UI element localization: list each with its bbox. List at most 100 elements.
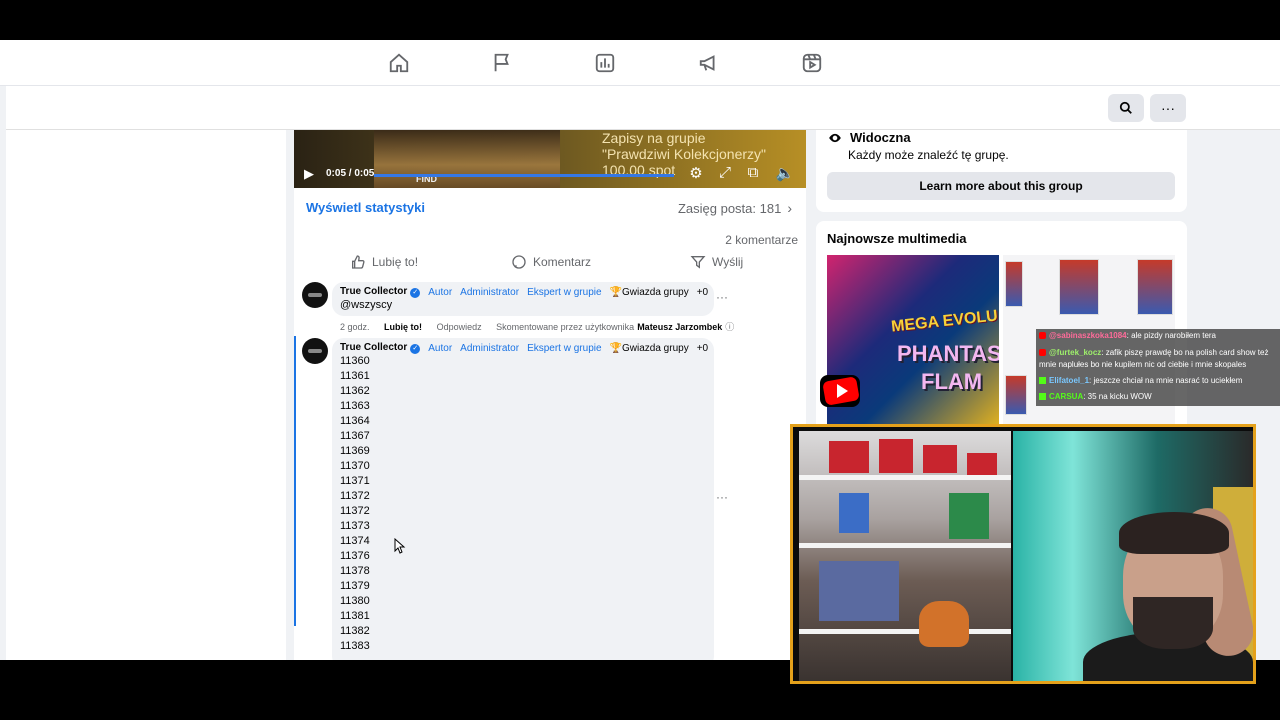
number-line: 11379 [340,580,370,592]
search-icon [1119,101,1132,114]
comment-button[interactable]: Komentarz [511,254,591,270]
author-name[interactable]: True Collector ✓ [340,286,421,298]
comment-reply-link[interactable]: Odpowiedz [437,322,482,332]
thumbs-up-icon [352,255,365,269]
comment-bubble: True Collector ✓ Autor Administrator Eksp… [332,338,714,660]
chat-message: CARSUA: 35 na kicku WOW [1036,390,1280,406]
thread-line [294,336,296,626]
chat-message: Elifatoel_1: jeszcze chciał na mnie nasr… [1036,374,1280,390]
chevron-right-icon: › [787,200,792,216]
number-line: 11372 [340,505,370,517]
home-icon[interactable] [388,52,410,74]
number-line: 11364 [340,415,370,427]
comment-like-link[interactable]: Lubię to! [384,322,422,332]
comment-text: 11360 11361 11362 11363 11364 11367 1136… [340,354,706,654]
settings-icon[interactable]: ⚙ [686,164,706,182]
view-stats-link[interactable]: Wyświetl statystyki [306,200,425,215]
video-progress-bar[interactable] [374,174,674,177]
more-options-button[interactable]: ··· [1150,94,1186,122]
number-line: 11371 [340,475,370,487]
reels-icon[interactable] [801,52,823,74]
badge-author[interactable]: Autor [428,287,452,298]
number-line: 11372 [340,490,370,502]
streamer-hair [1119,512,1229,554]
comment-more-icon[interactable]: ··· [716,290,728,304]
badge-plus[interactable]: +0 [697,343,708,354]
badge-group-star[interactable]: 🏆Gwiazda grupy [610,343,689,354]
comment-meta: 2 godz. Lubię to! Odpowiedz Skomentowane… [340,320,746,333]
number-line: 11382 [340,625,370,637]
pip-icon[interactable]: ⧉ [743,164,763,181]
comments-count[interactable]: 2 komentarze [725,233,798,247]
commenter-name[interactable]: Mateusz Jarzombek [637,322,722,332]
stats-icon[interactable] [594,52,616,74]
about-card: Widoczna Każdy może znaleźć tę grupę. Le… [816,130,1187,212]
number-line: 11383 [340,640,370,652]
youtube-icon [1039,332,1046,339]
video-player[interactable]: Zapisy na grupie "Prawdziwi Kolekcjonerz… [294,130,806,188]
number-line: 11367 [340,430,370,442]
volume-icon[interactable]: 🔈 [775,164,795,182]
video-thumbnail-cards [374,130,560,188]
mouse-cursor-icon [394,538,406,554]
streamer-beard [1133,597,1213,649]
post-reach[interactable]: Zasięg posta: 181 › [678,200,792,216]
comment-header: True Collector ✓ Autor Administrator Eksp… [340,286,708,298]
number-line: 11362 [340,385,370,397]
verified-icon: ✓ [410,288,421,298]
trophy-icon: 🏆 [609,342,622,354]
play-icon[interactable]: ▶ [304,166,314,182]
comment-header: True Collector ✓ Autor Administrator Eksp… [340,342,708,354]
badge-admin[interactable]: Administrator [460,343,519,354]
megaphone-icon[interactable] [698,52,720,74]
send-icon [690,256,706,269]
left-sidebar [6,130,286,660]
badge-author[interactable]: Autor [428,343,452,354]
webcam-overlay [790,424,1256,684]
number-line: 11360 [340,355,370,367]
fullscreen-icon[interactable]: ⤢ [715,164,735,181]
letterbox-top [0,0,1280,40]
stream-chat-overlay: @sabinaszkoka1084: ale pizdy narobiłem t… [1036,329,1280,406]
trophy-icon: 🏆 [609,286,622,298]
comment-time[interactable]: 2 godz. [340,322,370,332]
badge-expert[interactable]: Ekspert w grupie [527,343,601,354]
number-line: 11363 [340,400,370,412]
post-actions: Lubię to! Komentarz Wyślij [294,248,806,280]
comment-icon [512,255,526,269]
author-name[interactable]: True Collector ✓ [340,342,421,354]
learn-more-button[interactable]: Learn more about this group [827,172,1175,200]
avatar[interactable] [302,282,328,308]
verified-icon: ✓ [410,344,421,354]
youtube-logo-icon [820,375,860,407]
number-line: 11370 [340,460,370,472]
badge-admin[interactable]: Administrator [460,287,519,298]
number-line: 11369 [340,445,370,457]
badge-plus[interactable]: +0 [697,287,708,298]
video-time: 0:05 / 0:05 [326,168,375,179]
comment-bubble: True Collector ✓ Autor Administrator Eksp… [332,282,714,316]
chat-message: @sabinaszkoka1084: ale pizdy narobiłem t… [1036,329,1280,345]
youtube-icon [1039,349,1046,356]
number-line: 11380 [340,595,370,607]
flag-icon[interactable] [491,52,513,74]
comment-more-icon[interactable]: ··· [716,490,728,504]
send-button[interactable]: Wyślij [690,254,743,270]
eye-icon [829,133,841,142]
avatar[interactable] [302,338,328,364]
visibility-row: Widoczna [828,130,911,145]
badge-expert[interactable]: Ekspert w grupie [527,287,601,298]
number-line: 11378 [340,565,370,577]
search-button[interactable] [1108,94,1144,122]
badge-group-star[interactable]: 🏆Gwiazda grupy [610,287,689,298]
media-title: Najnowsze multimedia [827,231,967,246]
chat-message: @furtek_kocz: zafik piszę prawdę bo na p… [1036,345,1280,374]
group-toolbar: ··· [6,86,1280,130]
visibility-desc: Każdy może znaleźć tę grupę. [848,148,1009,162]
shelves-background [799,431,1011,681]
like-button[interactable]: Lubię to! [350,254,418,270]
number-line: 11373 [340,520,370,532]
kick-icon [1039,377,1046,384]
kick-icon [1039,393,1046,400]
info-icon[interactable]: ⓘ [725,322,734,332]
